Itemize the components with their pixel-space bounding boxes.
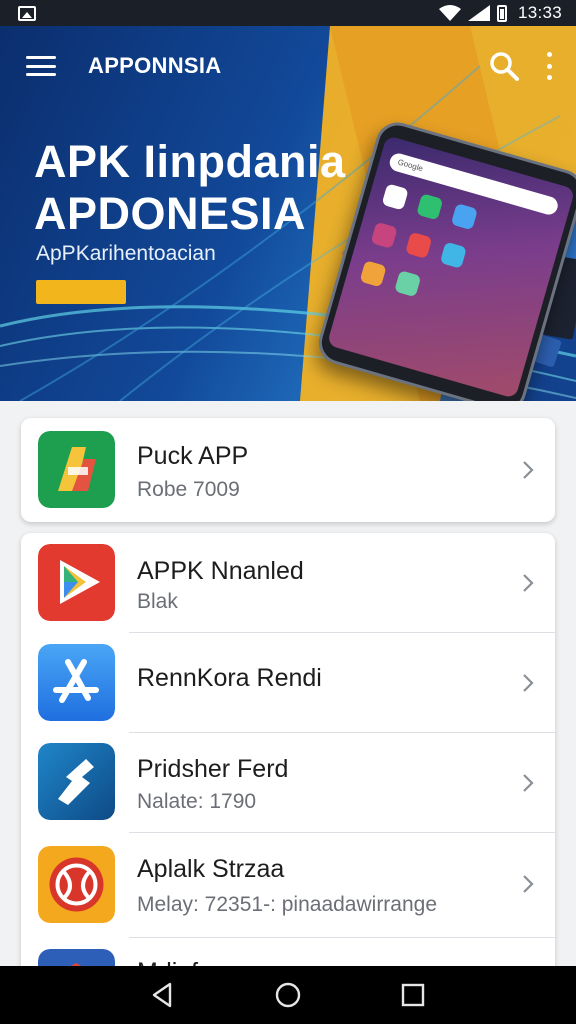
top-app-bar: APPONNSIA (0, 26, 576, 106)
list-item[interactable]: Puck APP Robe 7009 (21, 418, 555, 522)
system-nav-bar (0, 966, 576, 1024)
home-icon[interactable] (273, 980, 303, 1010)
more-vertical-icon[interactable] (544, 52, 554, 80)
aplalk-icon (38, 846, 115, 923)
status-bar: 13:33 (0, 0, 576, 26)
app-name: Puck APP (137, 442, 249, 470)
list-item[interactable]: Aplalk Strzaa Melay: 72351-: pinaadawirr… (21, 833, 555, 938)
hero-subtitle: ApPKarihentoacian (36, 242, 216, 265)
app-name: Aplalk Strzaa (137, 855, 285, 883)
recents-icon[interactable] (398, 980, 428, 1010)
app-meta: Robe 7009 (137, 478, 240, 501)
search-icon[interactable] (488, 50, 520, 82)
app-list: APPK Nnanled Blak RennKora Rendi Pridshe… (21, 533, 555, 973)
app-name: APPK Nnanled (137, 557, 304, 585)
signal-icon (467, 5, 490, 21)
list-item[interactable]: RennKora Rendi (21, 633, 555, 733)
app-name: Pridsher Ferd (137, 755, 289, 783)
app-meta: Melay: 72351-: pinaadawirrange (137, 893, 438, 916)
gallery-icon (18, 5, 36, 21)
app-store-icon (38, 644, 115, 721)
hero-title-line-1: APK Iinpdania (34, 136, 346, 187)
battery-icon (496, 4, 507, 22)
list-item[interactable]: APPK Nnanled Blak (21, 533, 555, 633)
back-icon[interactable] (148, 980, 178, 1010)
chevron-right-icon (523, 461, 534, 479)
puck-app-icon (38, 431, 115, 508)
app-meta: Nalate: 1790 (137, 790, 257, 813)
play-store-icon (38, 544, 115, 621)
hero-title-line-2: APDONESIA (34, 188, 307, 239)
chevron-right-icon (523, 674, 534, 692)
app-title: APPONNSIA (88, 53, 222, 78)
hero-banner: APPONNSIA APK Iinpdania APDONESIA ApPKar… (0, 26, 576, 401)
pridsher-icon (38, 743, 115, 820)
app-meta: Blak (137, 590, 178, 613)
chevron-right-icon (523, 875, 534, 893)
chevron-right-icon (523, 574, 534, 592)
app-name: RennKora Rendi (137, 664, 322, 692)
featured-app-card[interactable]: Puck APP Robe 7009 (21, 418, 555, 522)
list-item[interactable]: Pridsher Ferd Nalate: 1790 (21, 733, 555, 833)
wifi-icon (438, 5, 461, 21)
chevron-right-icon (523, 774, 534, 792)
hero-cta-button[interactable] (36, 280, 126, 304)
menu-icon[interactable] (24, 53, 58, 79)
status-time: 13:33 (517, 3, 562, 22)
hero-title: APK Iinpdania APDONESIA (34, 136, 346, 240)
